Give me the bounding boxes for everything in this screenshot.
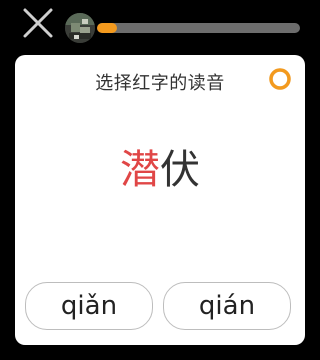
avatar[interactable]	[65, 13, 95, 43]
word-remainder: 伏	[160, 147, 200, 193]
answer-option-2[interactable]: qián	[163, 282, 291, 330]
answer-option-1[interactable]: qiǎn	[25, 282, 153, 330]
question-card: 选择红字的读音 潜伏 qiǎn qián	[15, 55, 305, 345]
target-word: 潜伏	[15, 145, 305, 195]
highlighted-character: 潜	[120, 147, 160, 193]
top-bar	[0, 0, 320, 54]
question-prompt: 选择红字的读音	[95, 73, 225, 94]
progress-bar	[97, 23, 300, 33]
avatar-image	[65, 13, 95, 43]
progress-bar-fill	[97, 23, 118, 33]
close-button[interactable]	[20, 6, 56, 40]
timer-ring-icon	[269, 68, 291, 90]
close-icon	[23, 8, 53, 38]
